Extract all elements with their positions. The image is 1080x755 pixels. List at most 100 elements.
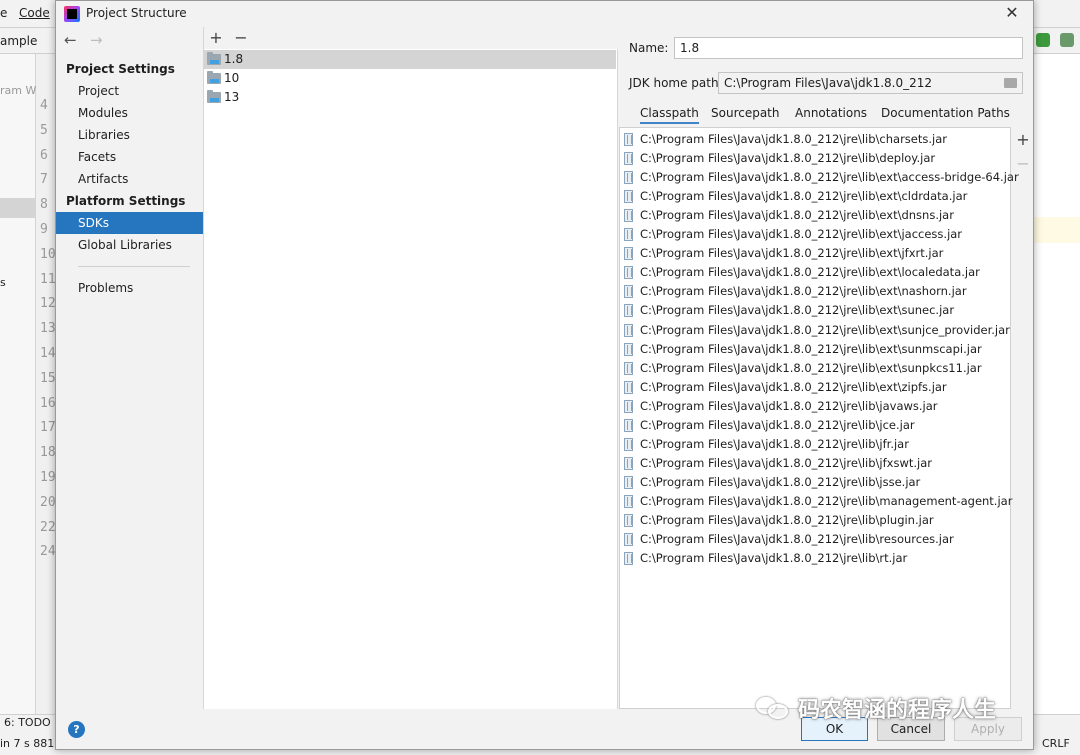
nav-item-problems[interactable]: Problems bbox=[56, 277, 203, 299]
jar-file-icon bbox=[624, 133, 633, 146]
classpath-path: C:\Program Files\Java\jdk1.8.0_212\jre\l… bbox=[640, 322, 1010, 337]
gutter-line-number: 6 bbox=[40, 147, 48, 163]
classpath-row[interactable]: C:\Program Files\Java\jdk1.8.0_212\jre\l… bbox=[620, 206, 1010, 225]
nav-item-sdks[interactable]: SDKs bbox=[56, 212, 203, 234]
classpath-row[interactable]: C:\Program Files\Java\jdk1.8.0_212\jre\l… bbox=[620, 187, 1010, 206]
tab-classpath[interactable]: Classpath bbox=[640, 106, 699, 124]
jar-file-icon bbox=[624, 494, 633, 508]
sdk-name-field[interactable]: 1.8 bbox=[674, 37, 1023, 59]
classpath-path: C:\Program Files\Java\jdk1.8.0_212\jre\l… bbox=[640, 513, 934, 527]
nav-item-facets[interactable]: Facets bbox=[56, 146, 203, 168]
editor-current-line bbox=[1034, 217, 1080, 243]
classpath-list[interactable]: C:\Program Files\Java\jdk1.8.0_212\jre\l… bbox=[619, 127, 1019, 709]
classpath-row[interactable]: C:\Program Files\Java\jdk1.8.0_212\jre\l… bbox=[620, 321, 1010, 340]
gutter-line-number: 19 bbox=[40, 470, 56, 485]
classpath-row[interactable]: C:\Program Files\Java\jdk1.8.0_212\jre\l… bbox=[620, 244, 1010, 263]
editor-area[interactable] bbox=[1034, 54, 1080, 714]
nav-item-global-libraries[interactable]: Global Libraries bbox=[56, 234, 203, 256]
remove-path-icon[interactable]: − bbox=[1015, 155, 1031, 173]
breadcrumb[interactable]: ample bbox=[0, 34, 37, 48]
project-tool-window bbox=[0, 54, 36, 714]
classpath-row[interactable]: C:\Program Files\Java\jdk1.8.0_212\jre\l… bbox=[620, 530, 1010, 549]
classpath-row[interactable]: C:\Program Files\Java\jdk1.8.0_212\jre\l… bbox=[620, 282, 1010, 301]
nav-item-libraries[interactable]: Libraries bbox=[56, 124, 203, 146]
nav-item-project[interactable]: Project bbox=[56, 80, 203, 102]
classpath-row[interactable]: C:\Program Files\Java\jdk1.8.0_212\jre\l… bbox=[620, 397, 1010, 416]
add-sdk-icon[interactable]: + bbox=[207, 28, 225, 48]
classpath-path: C:\Program Files\Java\jdk1.8.0_212\jre\l… bbox=[640, 379, 947, 394]
gutter-line-number: 10 bbox=[40, 246, 56, 262]
menu-item-file-partial[interactable]: e bbox=[0, 6, 7, 20]
classpath-path: C:\Program Files\Java\jdk1.8.0_212\jre\l… bbox=[640, 189, 968, 204]
project-settings-header: Project Settings bbox=[66, 62, 175, 76]
classpath-row[interactable]: C:\Program Files\Java\jdk1.8.0_212\jre\l… bbox=[620, 378, 1010, 397]
close-icon[interactable]: ✕ bbox=[1002, 3, 1022, 23]
sdk-item-10[interactable]: 10 bbox=[204, 69, 616, 88]
back-arrow-icon[interactable]: ← bbox=[64, 31, 77, 49]
sdk-item-1-8[interactable]: 1.8 bbox=[204, 50, 616, 69]
classpath-path: C:\Program Files\Java\jdk1.8.0_212\jre\l… bbox=[640, 436, 909, 451]
classpath-row[interactable]: C:\Program Files\Java\jdk1.8.0_212\jre\l… bbox=[620, 492, 1012, 511]
sdk-list-pane: + − 1.8 10 13 bbox=[204, 27, 618, 709]
classpath-row[interactable]: C:\Program Files\Java\jdk1.8.0_212\jre\l… bbox=[620, 340, 1010, 359]
gutter-line-number: 24 bbox=[40, 544, 56, 560]
jar-file-icon bbox=[624, 418, 633, 432]
add-path-icon[interactable]: + bbox=[1015, 131, 1031, 149]
jdk-home-path-field[interactable]: C:\Program Files\Java\jdk1.8.0_212 bbox=[718, 72, 1023, 94]
nav-item-modules[interactable]: Modules bbox=[56, 102, 203, 124]
gutter-line-number: 4 bbox=[40, 98, 48, 113]
classpath-path: C:\Program Files\Java\jdk1.8.0_212\jre\l… bbox=[640, 417, 915, 432]
dialog-title: Project Structure bbox=[86, 6, 187, 20]
classpath-row[interactable]: C:\Program Files\Java\jdk1.8.0_212\jre\l… bbox=[620, 473, 1010, 492]
sdk-item-13[interactable]: 13 bbox=[204, 88, 616, 107]
help-icon[interactable]: ? bbox=[68, 721, 85, 738]
classpath-path: C:\Program Files\Java\jdk1.8.0_212\jre\l… bbox=[640, 474, 921, 489]
coverage-icon[interactable] bbox=[1060, 33, 1074, 47]
classpath-row[interactable]: C:\Program Files\Java\jdk1.8.0_212\jre\l… bbox=[620, 225, 1010, 244]
debug-icon[interactable] bbox=[1036, 33, 1050, 47]
forward-arrow-icon[interactable]: → bbox=[90, 31, 103, 49]
jar-file-icon bbox=[624, 514, 633, 527]
sdk-list-toolbar: + − bbox=[204, 27, 618, 49]
classpath-row[interactable]: C:\Program Files\Java\jdk1.8.0_212\jre\l… bbox=[620, 168, 1019, 187]
classpath-path: C:\Program Files\Java\jdk1.8.0_212\jre\l… bbox=[640, 532, 954, 547]
jar-file-icon bbox=[624, 361, 633, 375]
classpath-row[interactable]: C:\Program Files\Java\jdk1.8.0_212\jre\l… bbox=[620, 149, 1010, 168]
tab-annotations[interactable]: Annotations bbox=[795, 106, 867, 120]
classpath-path: C:\Program Files\Java\jdk1.8.0_212\jre\l… bbox=[640, 208, 954, 223]
sdk-path-tabs: Classpath Sourcepath Annotations Documen… bbox=[619, 103, 1033, 127]
jar-file-icon bbox=[624, 247, 633, 261]
gutter-line-number: 7 bbox=[40, 172, 48, 188]
gutter-line-number: 11 bbox=[40, 271, 56, 287]
classpath-row[interactable]: C:\Program Files\Java\jdk1.8.0_212\jre\l… bbox=[620, 416, 1010, 435]
jar-file-icon bbox=[624, 266, 633, 280]
gutter-line-number: 18 bbox=[40, 445, 56, 461]
tab-documentation-paths[interactable]: Documentation Paths bbox=[881, 106, 1010, 120]
project-tree-selected-row[interactable] bbox=[0, 198, 36, 218]
line-separator-indicator[interactable]: CRLF bbox=[1042, 737, 1070, 750]
classpath-row[interactable]: C:\Program Files\Java\jdk1.8.0_212\jre\l… bbox=[620, 359, 1010, 378]
sdk-item-label: 13 bbox=[224, 90, 240, 104]
jar-file-icon bbox=[624, 190, 633, 204]
jar-file-icon bbox=[624, 437, 633, 451]
classpath-row[interactable]: C:\Program Files\Java\jdk1.8.0_212\jre\l… bbox=[620, 435, 1010, 454]
classpath-row[interactable]: C:\Program Files\Java\jdk1.8.0_212\jre\l… bbox=[620, 263, 1010, 282]
jar-file-icon bbox=[624, 152, 633, 166]
classpath-row[interactable]: C:\Program Files\Java\jdk1.8.0_212\jre\l… bbox=[620, 301, 1010, 320]
classpath-row[interactable]: C:\Program Files\Java\jdk1.8.0_212\jre\l… bbox=[620, 511, 1010, 530]
classpath-path: C:\Program Files\Java\jdk1.8.0_212\jre\l… bbox=[640, 132, 947, 146]
nav-item-artifacts[interactable]: Artifacts bbox=[56, 168, 203, 190]
jdk-home-path-label: JDK home path: bbox=[629, 76, 723, 90]
browse-folder-icon[interactable] bbox=[1004, 78, 1017, 88]
classpath-path: C:\Program Files\Java\jdk1.8.0_212\jre\l… bbox=[640, 455, 932, 470]
menu-item-code[interactable]: Code bbox=[19, 6, 50, 20]
tab-sourcepath[interactable]: Sourcepath bbox=[711, 106, 780, 120]
remove-sdk-icon[interactable]: − bbox=[232, 28, 250, 48]
sdk-detail-pane: Name: 1.8 JDK home path: C:\Program File… bbox=[619, 27, 1033, 709]
classpath-row[interactable]: C:\Program Files\Java\jdk1.8.0_212\jre\l… bbox=[620, 549, 1010, 568]
todo-tool-button[interactable]: 6: TODO bbox=[4, 716, 51, 729]
classpath-row[interactable]: C:\Program Files\Java\jdk1.8.0_212\jre\l… bbox=[620, 454, 1010, 473]
jdk-folder-icon bbox=[207, 52, 221, 65]
project-tree-text-2: s bbox=[0, 276, 6, 289]
classpath-row[interactable]: C:\Program Files\Java\jdk1.8.0_212\jre\l… bbox=[620, 130, 1010, 149]
